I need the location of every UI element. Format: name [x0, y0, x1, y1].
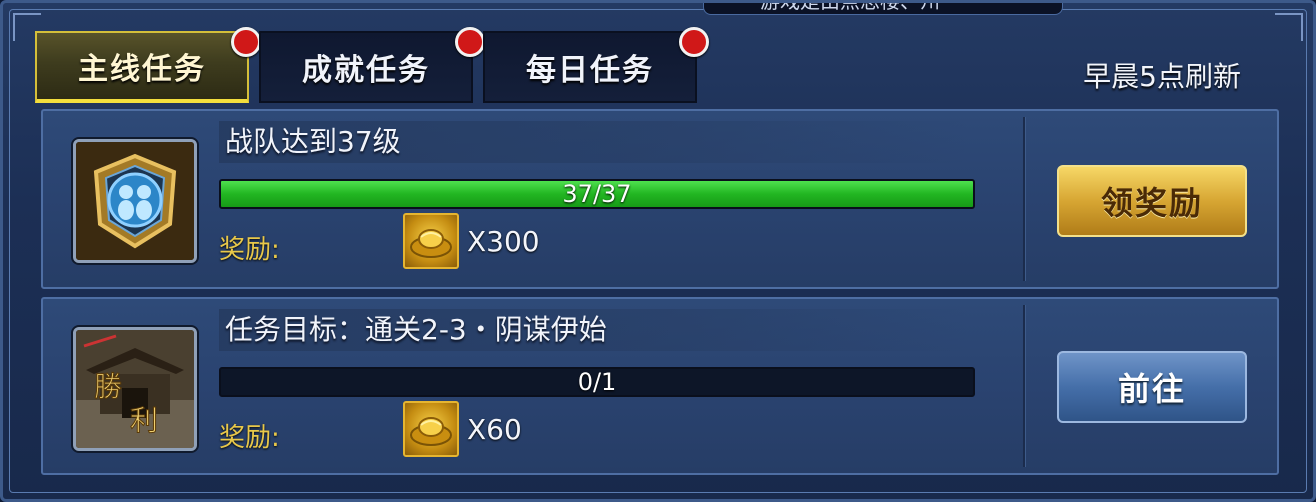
victory-stage-icon: 勝 利 [73, 327, 197, 451]
alert-dot-icon [455, 27, 485, 57]
top-banner-text: 游戏是由点思楼、州 [760, 0, 940, 13]
svg-text:勝: 勝 [94, 370, 122, 403]
reward-label: 奖励: [219, 423, 280, 453]
quest-progress-bar: 37/37 [219, 179, 975, 209]
alert-dot-icon [231, 27, 261, 57]
reward-amount: X60 [467, 413, 522, 446]
quest-title: 战队达到37级 [219, 121, 969, 163]
gold-ingot-icon [403, 213, 459, 269]
quest-title: 任务目标：通关2-3・阴谋伊始 [219, 309, 969, 351]
quest-card: 勝 利 任务目标：通关2-3・阴谋伊始 0/1 奖励: X60 前往 [41, 297, 1279, 475]
progress-text: 0/1 [577, 368, 617, 396]
tab-label: 主线任务 [78, 52, 206, 87]
svg-text:利: 利 [130, 404, 158, 437]
progress-text: 37/37 [562, 180, 632, 208]
tab-label: 成就任务 [302, 53, 430, 88]
card-divider [1023, 305, 1025, 467]
reward-label: 奖励: [219, 235, 280, 265]
card-divider [1023, 117, 1025, 281]
refresh-note: 早晨5点刷新 [1083, 60, 1241, 93]
team-level-emblem-icon [73, 139, 197, 263]
tab-daily-quest[interactable]: 每日任务 [483, 27, 709, 103]
claim-reward-button[interactable]: 领奖励 [1057, 165, 1247, 237]
top-banner: 游戏是由点思楼、州 [703, 0, 1063, 15]
tab-achievement-quest[interactable]: 成就任务 [259, 27, 485, 103]
tab-main-quest[interactable]: 主线任务 [35, 27, 261, 103]
quest-card: 战队达到37级 37/37 奖励: X300 领奖励 [41, 109, 1279, 289]
quest-panel: 游戏是由点思楼、州 主线任务 成就任务 每日任务 早晨5点刷新 战队达到37级 … [0, 0, 1316, 502]
go-to-button[interactable]: 前往 [1057, 351, 1247, 423]
quest-progress-bar: 0/1 [219, 367, 975, 397]
tab-label: 每日任务 [526, 53, 654, 88]
frame-corner-ornament [1275, 13, 1303, 41]
reward-amount: X300 [467, 225, 540, 258]
gold-ingot-icon [403, 401, 459, 457]
alert-dot-icon [679, 27, 709, 57]
